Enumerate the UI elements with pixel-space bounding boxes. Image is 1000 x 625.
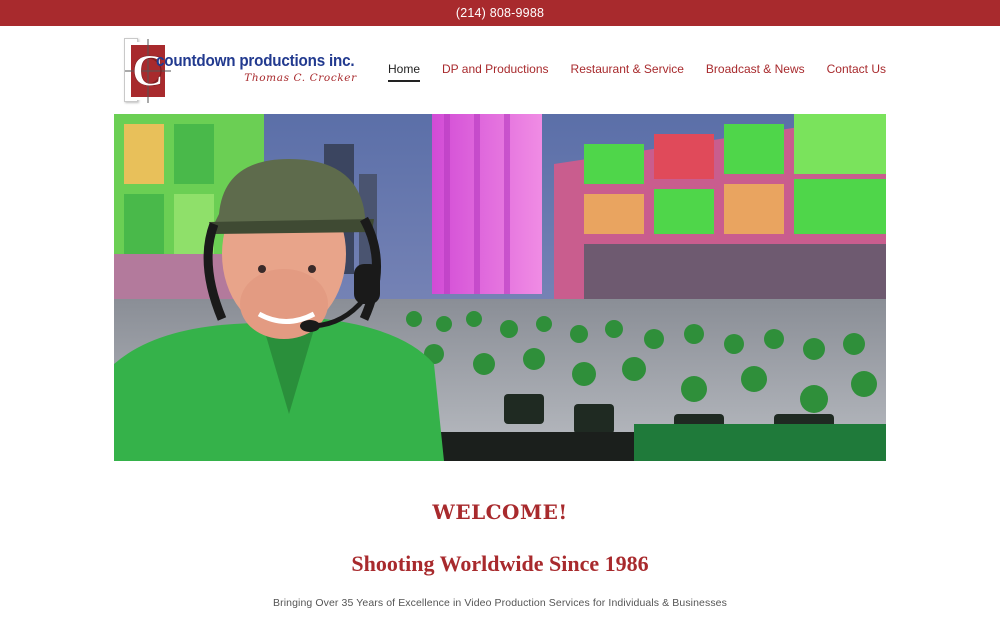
intro-text: Bringing Over 35 Years of Excellence in … [273, 597, 727, 609]
brand-name: countdown productions inc. [156, 52, 355, 70]
nav-item-dp-and-productions[interactable]: DP and Productions [442, 62, 549, 82]
hero-image [114, 114, 886, 461]
top-bar: (214) 808-9988 [0, 0, 1000, 26]
site-logo[interactable]: C countdown productions inc. Thomas C. C… [124, 37, 372, 103]
nav-item-contact-us[interactable]: Contact Us [827, 62, 886, 82]
nav-item-broadcast-and-news[interactable]: Broadcast & News [706, 62, 805, 82]
nav-item-home[interactable]: Home [388, 62, 421, 82]
logo-text: countdown productions inc. Thomas C. Cro… [156, 52, 372, 84]
main-nav: Home DP and Productions Restaurant & Ser… [366, 62, 886, 82]
nav-item-restaurant-and-service[interactable]: Restaurant & Service [571, 62, 684, 82]
tagline-heading: Shooting Worldwide Since 1986 [351, 551, 649, 576]
phone-link[interactable]: (214) 808-9988 [456, 6, 544, 20]
welcome-heading: WELCOME! [432, 500, 568, 524]
hero-photo-icon [114, 114, 886, 461]
brand-owner: Thomas C. Crocker [244, 72, 357, 84]
logo-mark-icon: C [124, 38, 171, 103]
site-header: C countdown productions inc. Thomas C. C… [0, 26, 1000, 114]
